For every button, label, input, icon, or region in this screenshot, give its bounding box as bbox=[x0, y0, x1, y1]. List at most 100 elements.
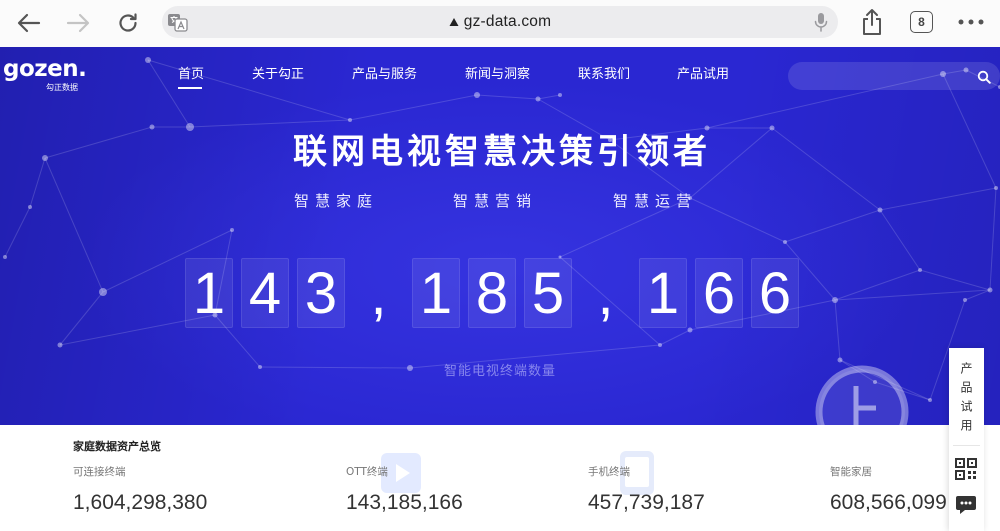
more-dots-icon bbox=[958, 19, 984, 25]
network-line bbox=[989, 187, 997, 291]
tagline-smart-operations: 智慧运营 bbox=[613, 192, 698, 210]
more-button[interactable] bbox=[956, 14, 986, 30]
network-node bbox=[687, 327, 693, 333]
hero-title: 联网电视智慧决策引领者 bbox=[293, 132, 711, 172]
chat-icon[interactable] bbox=[955, 495, 977, 515]
terminal-counter: 143,185,166 bbox=[185, 258, 799, 328]
product-trial-link[interactable]: 产品试用 bbox=[959, 362, 973, 438]
network-node bbox=[474, 92, 480, 98]
search-input[interactable] bbox=[802, 66, 972, 86]
logo-subtitle: 勾正数据 bbox=[46, 83, 78, 92]
reload-button[interactable] bbox=[114, 9, 142, 37]
tagline-smart-home: 智慧家庭 bbox=[294, 192, 379, 210]
network-line bbox=[879, 187, 997, 211]
stat-label: 智能家居 bbox=[830, 466, 872, 478]
network-line bbox=[537, 94, 561, 100]
counter-separator: , bbox=[370, 262, 387, 327]
tab-count: 8 bbox=[918, 15, 925, 29]
address-bar[interactable]: gz-data.com bbox=[162, 6, 838, 38]
network-node bbox=[783, 240, 787, 244]
nav-active-underline bbox=[178, 87, 202, 89]
gozen-logo[interactable]: gozen. 勾正数据 bbox=[3, 56, 95, 94]
qr-code-icon[interactable] bbox=[955, 458, 977, 480]
counter-digit: 8 bbox=[468, 258, 516, 328]
network-node bbox=[99, 288, 107, 296]
side-panel-divider bbox=[953, 445, 980, 446]
network-line bbox=[476, 94, 539, 100]
network-node bbox=[832, 297, 838, 303]
back-arrow-icon bbox=[17, 13, 41, 33]
network-node bbox=[28, 205, 32, 209]
forward-arrow-icon bbox=[66, 13, 90, 33]
stat-smart-home: 智能家居 608,566,099 bbox=[830, 465, 947, 516]
network-node bbox=[348, 118, 352, 122]
network-node bbox=[3, 255, 7, 259]
nav-item-news[interactable]: 新闻与洞察 bbox=[465, 67, 530, 83]
browser-toolbar: gz-data.com 8 bbox=[0, 0, 1000, 47]
nav-item-trial[interactable]: 产品试用 bbox=[677, 67, 729, 83]
warning-triangle-icon bbox=[449, 18, 459, 26]
network-line bbox=[879, 209, 921, 271]
network-line bbox=[834, 299, 841, 361]
logo-wordmark: gozen. bbox=[3, 56, 87, 82]
counter-digit: 6 bbox=[751, 258, 799, 328]
url-display[interactable]: gz-data.com bbox=[162, 6, 838, 38]
network-node bbox=[994, 186, 998, 190]
stat-mobile-terminals: 手机终端 457,739,187 bbox=[588, 465, 705, 516]
search-icon[interactable] bbox=[977, 69, 991, 84]
floating-side-panel: 产品试用 bbox=[949, 348, 984, 531]
network-line bbox=[919, 269, 991, 291]
network-line bbox=[659, 329, 691, 346]
stat-value: 608,566,099 bbox=[830, 491, 947, 514]
microphone-icon[interactable] bbox=[814, 12, 828, 32]
counter-digit: 5 bbox=[524, 258, 572, 328]
counter-separator: , bbox=[597, 262, 614, 327]
nav-item-home[interactable]: 首页 bbox=[178, 67, 204, 83]
back-to-top-icon bbox=[815, 365, 909, 425]
stat-label: 可连接终端 bbox=[73, 466, 126, 478]
network-node bbox=[918, 268, 922, 272]
nav-item-contact[interactable]: 联系我们 bbox=[578, 67, 630, 83]
url-text: gz-data.com bbox=[463, 13, 552, 30]
stat-value: 457,739,187 bbox=[588, 491, 705, 514]
counter-digit: 1 bbox=[412, 258, 460, 328]
network-node bbox=[877, 207, 883, 213]
network-node bbox=[535, 96, 541, 102]
stat-connectable-terminals: 可连接终端 1,604,298,380 bbox=[73, 465, 207, 516]
network-node bbox=[145, 57, 151, 63]
share-button[interactable] bbox=[859, 7, 885, 37]
back-button[interactable] bbox=[14, 11, 44, 35]
network-node bbox=[987, 287, 993, 293]
network-line bbox=[4, 206, 31, 258]
counter-digit: 6 bbox=[695, 258, 743, 328]
network-node bbox=[230, 228, 234, 232]
stat-label: 手机终端 bbox=[588, 466, 630, 478]
share-icon bbox=[863, 9, 881, 35]
network-line bbox=[784, 209, 881, 243]
network-line bbox=[44, 157, 104, 293]
network-line bbox=[689, 197, 786, 243]
stat-ott-terminals: OTT终端 143,185,166 bbox=[346, 465, 463, 516]
counter-digit: 1 bbox=[639, 258, 687, 328]
network-node bbox=[149, 124, 155, 130]
forward-button[interactable] bbox=[63, 11, 93, 35]
back-to-top-button[interactable] bbox=[812, 362, 912, 425]
nav-item-products[interactable]: 产品与服务 bbox=[352, 67, 417, 83]
network-line bbox=[59, 291, 104, 346]
asset-overview-title: 家庭数据资产总览 bbox=[73, 440, 161, 453]
stat-value: 1,604,298,380 bbox=[73, 491, 208, 514]
network-node bbox=[704, 125, 710, 131]
nav-item-about[interactable]: 关于勾正 bbox=[252, 67, 304, 83]
network-line bbox=[349, 94, 478, 121]
network-node bbox=[558, 93, 562, 97]
network-node bbox=[186, 123, 194, 131]
tabs-button[interactable]: 8 bbox=[910, 11, 933, 33]
stat-label: OTT终端 bbox=[346, 466, 388, 478]
stat-value: 143,185,166 bbox=[346, 491, 463, 514]
hero-section: gozen. 勾正数据 首页 关于勾正 产品与服务 新闻与洞察 联系我们 产品试… bbox=[0, 47, 1000, 425]
counter-digit: 4 bbox=[241, 258, 289, 328]
reload-icon bbox=[119, 13, 137, 32]
browser-window: gz-data.com 8 gozen. 勾正数据 首页 关于勾正 产品与服务 … bbox=[0, 0, 1000, 531]
counter-digit: 3 bbox=[297, 258, 345, 328]
network-node bbox=[928, 398, 932, 402]
